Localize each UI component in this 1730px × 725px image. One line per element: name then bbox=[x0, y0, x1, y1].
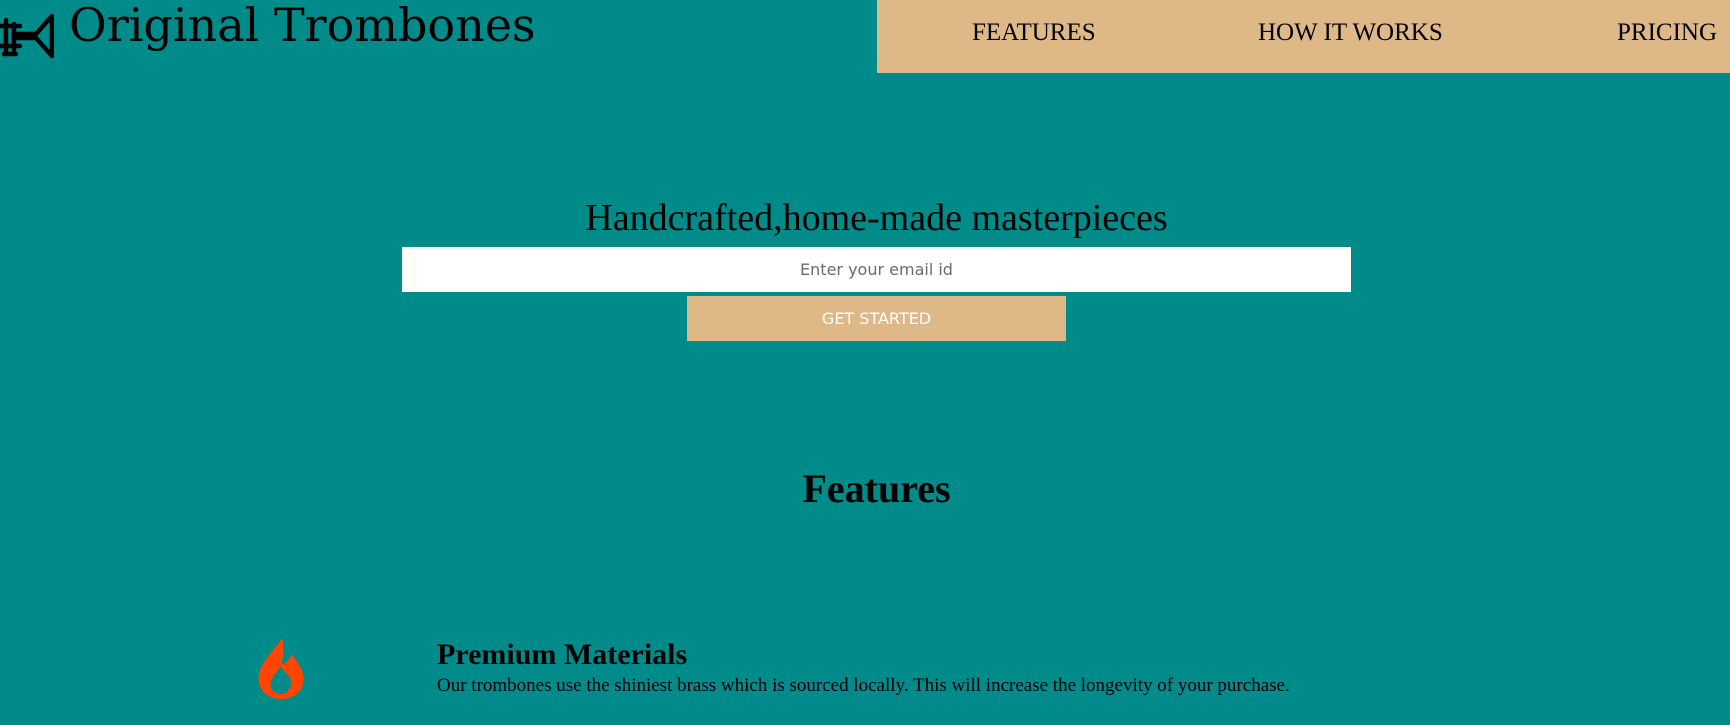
feature-description: Our trombones use the shiniest brass whi… bbox=[437, 675, 1290, 696]
logo-text: Original Trombones bbox=[69, 0, 536, 52]
get-started-button[interactable]: GET STARTED bbox=[687, 296, 1066, 341]
features-heading: Features bbox=[802, 466, 951, 511]
nav-link-features[interactable]: FEATURES bbox=[972, 19, 1096, 47]
trumpet-icon bbox=[0, 13, 54, 59]
hero-title: Handcrafted,home-made masterpieces bbox=[585, 197, 1168, 239]
email-input[interactable] bbox=[402, 247, 1351, 292]
nav-link-pricing[interactable]: PRICING bbox=[1617, 19, 1717, 47]
landing-page: Original Trombones FEATURES HOW IT WORKS… bbox=[0, 0, 1730, 725]
feature-title: Premium Materials bbox=[437, 638, 688, 671]
nav-bar: FEATURES HOW IT WORKS PRICING bbox=[877, 0, 1730, 73]
nav-link-how-it-works[interactable]: HOW IT WORKS bbox=[1258, 19, 1443, 47]
fire-icon bbox=[258, 638, 304, 699]
